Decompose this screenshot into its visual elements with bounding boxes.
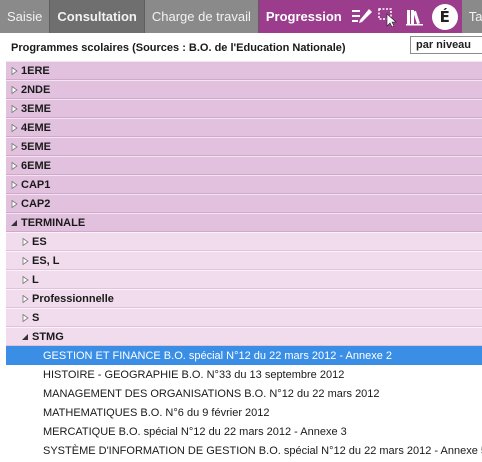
expand-arrow-icon[interactable]: [9, 199, 19, 208]
tree-program-label: HISTOIRE - GEOGRAPHIE B.O. N°33 du 13 se…: [43, 368, 345, 381]
expand-arrow-icon[interactable]: [20, 313, 30, 322]
tree-program-mercatique[interactable]: MERCATIQUE B.O. spécial N°12 du 22 mars …: [6, 422, 482, 441]
expand-arrow-icon[interactable]: [9, 104, 19, 113]
tree-series-es-l[interactable]: ES, L: [6, 251, 482, 270]
e-acute-circle-icon[interactable]: É: [431, 3, 458, 30]
sort-by-select[interactable]: par niveau: [410, 36, 482, 54]
panel-title: Programmes scolaires (Sources : B.O. de …: [11, 42, 346, 54]
tree-series-s[interactable]: S: [6, 308, 482, 327]
expand-arrow-icon[interactable]: [20, 294, 30, 303]
progression-toolbar: É: [348, 0, 462, 33]
expand-arrow-icon[interactable]: [9, 123, 19, 132]
tree-level-label: CAP2: [21, 197, 51, 210]
tree-series-stmg[interactable]: STMG: [6, 327, 482, 346]
tree-level-label: 1ERE: [21, 64, 50, 77]
tree-level-label: TERMINALE: [21, 216, 86, 229]
tree-series-label: STMG: [32, 330, 64, 343]
tab-table[interactable]: Table: [461, 0, 482, 33]
tree-level-5eme[interactable]: 5EME: [6, 137, 482, 156]
tree-series-label: L: [32, 273, 39, 286]
collapse-arrow-icon[interactable]: [9, 219, 19, 227]
expand-arrow-icon[interactable]: [9, 66, 19, 75]
tree-level-cap1[interactable]: CAP1: [6, 175, 482, 194]
main-tab-bar: Saisie Consultation Charge de travail Pr…: [0, 0, 482, 33]
tree-program-management[interactable]: MANAGEMENT DES ORGANISATIONS B.O. N°12 d…: [6, 384, 482, 403]
tree-program-label: MATHEMATIQUES B.O. N°6 du 9 février 2012: [43, 406, 270, 419]
expand-arrow-icon[interactable]: [20, 237, 30, 246]
tree-series-label: ES, L: [32, 254, 60, 267]
tree-level-4eme[interactable]: 4EME: [6, 118, 482, 137]
tree-level-label: CAP1: [21, 178, 51, 191]
tree-series-professionnelle[interactable]: Professionnelle: [6, 289, 482, 308]
tree-program-label: SYSTÈME D'INFORMATION DE GESTION B.O. sp…: [43, 444, 482, 457]
tab-progression[interactable]: Progression: [258, 0, 349, 33]
cursor-select-icon[interactable]: [377, 6, 400, 28]
programmes-panel: Programmes scolaires (Sources : B.O. de …: [0, 33, 482, 462]
tree-level-1ere[interactable]: 1ERE: [6, 61, 482, 80]
expand-arrow-icon[interactable]: [20, 256, 30, 265]
tree-level-6eme[interactable]: 6EME: [6, 156, 482, 175]
tree-level-3eme[interactable]: 3EME: [6, 99, 482, 118]
pencil-list-icon[interactable]: [351, 6, 373, 28]
tree-series-label: S: [32, 311, 40, 324]
collapse-arrow-icon[interactable]: [20, 333, 30, 341]
expand-arrow-icon[interactable]: [9, 85, 19, 94]
tree-level-label: 5EME: [21, 140, 51, 153]
tree-series-l[interactable]: L: [6, 270, 482, 289]
tree-series-label: ES: [32, 235, 47, 248]
tree-program-label: MERCATIQUE B.O. spécial N°12 du 22 mars …: [43, 425, 347, 438]
tree-level-label: 6EME: [21, 159, 51, 172]
expand-arrow-icon[interactable]: [9, 142, 19, 151]
books-icon[interactable]: [405, 6, 427, 28]
tree-program-gestion-finance[interactable]: GESTION ET FINANCE B.O. spécial N°12 du …: [6, 346, 482, 365]
tab-consultation[interactable]: Consultation: [50, 0, 145, 33]
tab-saisie[interactable]: Saisie: [0, 0, 51, 33]
tree-program-mathematiques[interactable]: MATHEMATIQUES B.O. N°6 du 9 février 2012: [6, 403, 482, 422]
tree-level-2nde[interactable]: 2NDE: [6, 80, 482, 99]
expand-arrow-icon[interactable]: [9, 161, 19, 170]
expand-arrow-icon[interactable]: [20, 275, 30, 284]
tree-series-label: Professionnelle: [32, 292, 114, 305]
tree-level-label: 3EME: [21, 102, 51, 115]
expand-arrow-icon[interactable]: [9, 180, 19, 189]
tree-level-label: 2NDE: [21, 83, 51, 96]
tree-level-label: 4EME: [21, 121, 51, 134]
tree-program-label: MANAGEMENT DES ORGANISATIONS B.O. N°12 d…: [43, 387, 380, 400]
tab-charge-de-travail[interactable]: Charge de travail: [144, 0, 259, 33]
programmes-tree: 1ERE 2NDE 3EME 4EME 5EME 6EME CAP1 CAP2 …: [6, 61, 482, 462]
tree-series-es[interactable]: ES: [6, 232, 482, 251]
tree-program-histoire-geographie[interactable]: HISTOIRE - GEOGRAPHIE B.O. N°33 du 13 se…: [6, 365, 482, 384]
tree-level-cap2[interactable]: CAP2: [6, 194, 482, 213]
tree-program-label: GESTION ET FINANCE B.O. spécial N°12 du …: [43, 349, 393, 362]
tree-level-terminale[interactable]: TERMINALE: [6, 213, 482, 232]
tree-program-systeme-information[interactable]: SYSTÈME D'INFORMATION DE GESTION B.O. sp…: [6, 441, 482, 460]
